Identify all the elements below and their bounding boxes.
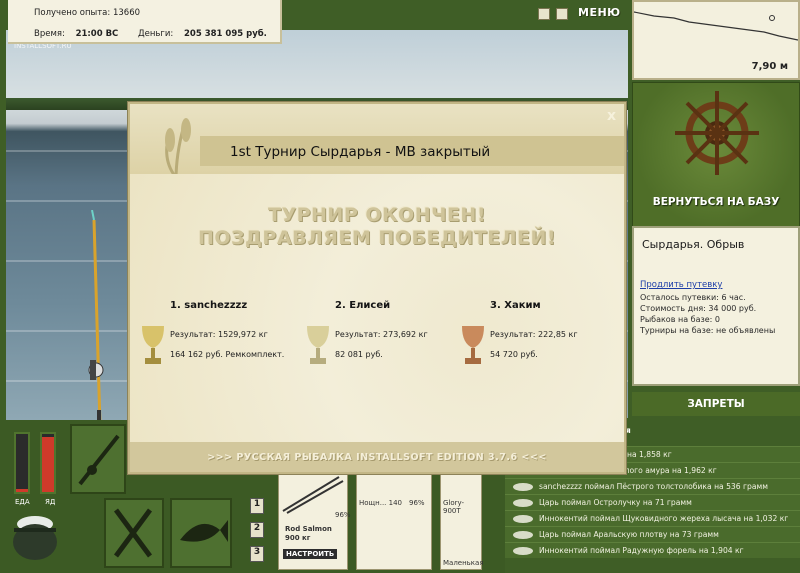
- winner-name: 1. sanchezzzz: [170, 300, 248, 311]
- exp-label: Получено опыта:: [34, 8, 111, 18]
- lure-slot[interactable]: Glory-900T Маленькая: [440, 470, 484, 570]
- fork-knife-icon: [113, 508, 153, 558]
- rod-weight: 900 кг: [285, 534, 311, 542]
- food-meter: [14, 432, 30, 494]
- exp-value: 13660: [112, 8, 141, 18]
- depth-readout: 7,90 м: [751, 61, 788, 72]
- fish-icon: [513, 483, 533, 491]
- reel-slot[interactable]: 96% Нощн... 140: [356, 470, 432, 570]
- log-row: Иннокентий поймал Щуковидного жереха лыс…: [505, 510, 800, 526]
- fish-icon: [180, 520, 228, 542]
- winner-result: Результат: 1529,972 кг: [170, 330, 268, 339]
- food-label: ЕДА: [15, 498, 30, 506]
- bronze-cup-icon: [462, 326, 484, 364]
- fish-icon: [513, 531, 533, 539]
- fish-icon: [513, 499, 533, 507]
- money-label: Деньги:: [138, 29, 174, 39]
- poison-label: ЯД: [45, 498, 56, 506]
- fish-slot[interactable]: [170, 498, 232, 568]
- time-label: Время:: [34, 29, 65, 39]
- poison-meter-fill: [42, 436, 54, 492]
- top-toolbar: МЕНЮ: [530, 4, 628, 26]
- log-row: Царь поймал Остролучку на 71 грамм: [505, 494, 800, 510]
- anglers-count: Рыбаков на базе: 0: [640, 315, 720, 324]
- rod-icon: [78, 434, 120, 486]
- reel-durability: 96%: [409, 499, 425, 507]
- pause-icon[interactable]: [538, 8, 550, 20]
- ship-wheel-icon: [675, 91, 759, 175]
- return-to-base-button[interactable]: ВЕРНУТЬСЯ НА БАЗУ: [632, 196, 800, 208]
- winner-name: 3. Хаким: [490, 300, 541, 311]
- log-row: Царь поймал Аральскую плотву на 73 грамм: [505, 526, 800, 542]
- cutlery-slot[interactable]: [104, 498, 164, 568]
- rods-icon: [282, 476, 344, 514]
- cauldron-icon[interactable]: [10, 508, 60, 566]
- player-stats: Получено опыта: 13660 Время: 21:00 ВС Де…: [8, 0, 282, 44]
- fishing-rod[interactable]: [66, 210, 126, 420]
- float-marker-icon: [769, 15, 775, 21]
- day-cost: Стоимость дня: 34 000 руб.: [640, 304, 757, 313]
- fish-icon: [513, 515, 533, 523]
- winner-prize: 82 081 руб.: [335, 350, 383, 359]
- winner-name: 2. Елисей: [335, 300, 391, 311]
- base-name: Сырдарья. Обрыв: [642, 238, 745, 251]
- rod-name: Rod Salmon: [285, 525, 332, 533]
- reel-caption: Нощн... 140: [359, 499, 402, 507]
- fish-icon: [513, 547, 533, 555]
- setup-button[interactable]: НАСТРОИТЬ: [283, 549, 338, 559]
- permit-remaining: Осталось путевки: 6 час.: [640, 293, 746, 302]
- depth-map[interactable]: 7,90 м: [632, 0, 800, 80]
- close-icon[interactable]: x: [607, 108, 616, 124]
- tournament-results-dialog: 1st Турнир Сырдарья - МВ закрытый x ТУРН…: [128, 102, 626, 474]
- log-row: Иннокентий поймал Радужную форель на 1,9…: [505, 542, 800, 558]
- winner-prize: 54 720 руб.: [490, 350, 538, 359]
- gold-cup-icon: [142, 326, 164, 364]
- tournaments-status: Турниры на базе: не объявлены: [640, 326, 776, 335]
- winner-result: Результат: 222,85 кг: [490, 330, 578, 339]
- winner-result: Результат: 273,692 кг: [335, 330, 428, 339]
- food-meter-fill: [16, 489, 28, 492]
- extend-permit-link[interactable]: Продлить путевку: [640, 280, 722, 290]
- slot-1-button[interactable]: 1: [250, 498, 264, 514]
- tournament-finished-headline: ТУРНИР ОКОНЧЕН!: [267, 204, 486, 226]
- time-value: 21:00 ВС: [75, 29, 119, 39]
- winner-prize: 164 162 руб. Ремкомплект.: [170, 350, 285, 359]
- slot-2-button[interactable]: 2: [250, 522, 264, 538]
- dialog-title: 1st Турнир Сырдарья - МВ закрытый: [230, 144, 491, 160]
- version-banner: >>> РУССКАЯ РЫБАЛКА INSTALLSOFT EDITION …: [207, 452, 547, 463]
- poison-meter: [40, 432, 56, 494]
- silver-cup-icon: [307, 326, 329, 364]
- log-row: sanchezzzz поймал Пёстрого толстолобика …: [505, 478, 800, 494]
- congratulations-headline: ПОЗДРАВЛЯЕМ ПОБЕДИТЕЛЕЙ!: [197, 227, 557, 249]
- lure-caption: Glory-900T: [443, 499, 465, 515]
- rod-durability: 96%: [335, 511, 351, 519]
- money-value: 205 381 095 руб.: [184, 29, 267, 39]
- bans-button[interactable]: ЗАПРЕТЫ: [632, 392, 800, 416]
- bait-caption: Маленькая: [443, 559, 484, 567]
- rod-slot[interactable]: [70, 424, 126, 494]
- rod-equipment-slot[interactable]: Rod Salmon 900 кг НАСТРОИТЬ 96%: [278, 470, 351, 570]
- slot-3-button[interactable]: 3: [250, 546, 264, 562]
- menu-button[interactable]: МЕНЮ: [578, 6, 621, 19]
- base-info-panel: Сырдарья. Обрыв Продлить путевку Осталос…: [632, 226, 800, 386]
- sound-icon[interactable]: [556, 8, 568, 20]
